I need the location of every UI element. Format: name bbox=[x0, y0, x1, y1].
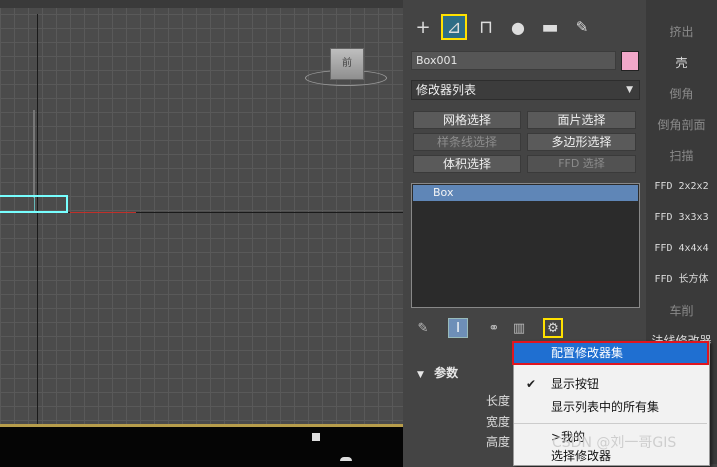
modifier-list-dropdown[interactable]: 修改器列表 ▼ bbox=[411, 80, 640, 100]
mesh-select-button[interactable]: 网格选择 bbox=[413, 111, 521, 129]
chamfer-button[interactable]: 倒角 bbox=[646, 79, 717, 109]
lathe-button[interactable]: 车削 bbox=[646, 296, 717, 326]
ffd-select-button[interactable]: FFD 选择 bbox=[527, 155, 636, 173]
utilities-tab-wrench-icon[interactable]: ✎ bbox=[569, 14, 595, 40]
spline-select-button[interactable]: 样条线选择 bbox=[413, 133, 521, 151]
stack-item-box[interactable]: Box bbox=[413, 185, 638, 201]
menu-show-all-sets[interactable]: 显示列表中的所有集 bbox=[514, 397, 707, 417]
watermark: CSDN @刘一哥GIS bbox=[552, 435, 677, 451]
menu-configure-modifier-sets[interactable]: 配置修改器集 bbox=[512, 341, 709, 365]
chevron-down-icon: ▼ bbox=[626, 85, 633, 95]
menu-separator bbox=[514, 423, 707, 424]
menu-item-label: 配置修改器集 bbox=[551, 346, 624, 360]
z-axis-line bbox=[33, 110, 35, 198]
object-name-field[interactable]: Box001 bbox=[411, 51, 616, 70]
modify-tab-icon[interactable]: ⊿ bbox=[441, 14, 467, 40]
object-color-swatch[interactable] bbox=[621, 51, 639, 71]
command-panel-tabs: + ⊿ ⊓ ● ▬ ✎ bbox=[405, 14, 646, 46]
volume-select-button[interactable]: 体积选择 bbox=[413, 155, 521, 173]
menu-show-buttons[interactable]: ✔ 显示按钮 bbox=[514, 374, 707, 394]
make-unique-icon[interactable]: ⚭ bbox=[484, 318, 504, 338]
ffd-3x3x3-button[interactable]: FFD 3x3x3 bbox=[646, 203, 717, 233]
check-icon: ✔ bbox=[526, 377, 537, 391]
motion-tab-icon[interactable]: ● bbox=[505, 14, 531, 40]
ffd-box-button[interactable]: FFD 长方体 bbox=[646, 265, 717, 295]
menu-item-label: 显示列表中的所有集 bbox=[551, 400, 660, 414]
hierarchy-tab-icon[interactable]: ⊓ bbox=[473, 14, 499, 40]
show-end-result-icon[interactable]: Ⅰ bbox=[448, 318, 468, 338]
grid-axis-vertical bbox=[37, 14, 38, 424]
patch-select-button[interactable]: 面片选择 bbox=[527, 111, 636, 129]
sweep-button[interactable]: 扫描 bbox=[646, 141, 717, 171]
x-axis-line bbox=[70, 212, 136, 213]
ffd-4x4x4-button[interactable]: FFD 4x4x4 bbox=[646, 234, 717, 264]
parameters-title: 参数 bbox=[434, 366, 459, 380]
shell-button[interactable]: 壳 bbox=[646, 48, 717, 78]
create-tab-plus-icon[interactable]: + bbox=[410, 14, 436, 40]
poly-select-button[interactable]: 多边形选择 bbox=[527, 133, 636, 151]
bevel-profile-button[interactable]: 倒角剖面 bbox=[646, 110, 717, 140]
timeline-keyframe-icon bbox=[340, 457, 352, 461]
modifier-list-label: 修改器列表 bbox=[416, 83, 477, 97]
timeline-bar bbox=[0, 424, 403, 467]
ffd-2x2x2-button[interactable]: FFD 2x2x2 bbox=[646, 172, 717, 202]
collapse-arrow-icon: ▼ bbox=[417, 370, 424, 380]
display-tab-icon[interactable]: ▬ bbox=[537, 14, 563, 40]
timeline-marker-icon[interactable] bbox=[312, 433, 320, 441]
pin-stack-icon[interactable]: ✎ bbox=[413, 318, 433, 338]
perspective-viewport[interactable]: 前 bbox=[0, 0, 403, 424]
extrude-button[interactable]: 挤出 bbox=[646, 17, 717, 47]
selected-box-object[interactable] bbox=[0, 195, 68, 213]
configure-modifier-sets-icon[interactable]: ⚙ bbox=[543, 318, 563, 338]
remove-modifier-trash-icon[interactable]: ▥ bbox=[509, 318, 529, 338]
viewport-label-bar bbox=[0, 0, 403, 8]
menu-item-label: 显示按钮 bbox=[551, 377, 600, 391]
modifier-stack[interactable] bbox=[411, 183, 640, 308]
view-cube[interactable]: 前 bbox=[330, 48, 364, 80]
